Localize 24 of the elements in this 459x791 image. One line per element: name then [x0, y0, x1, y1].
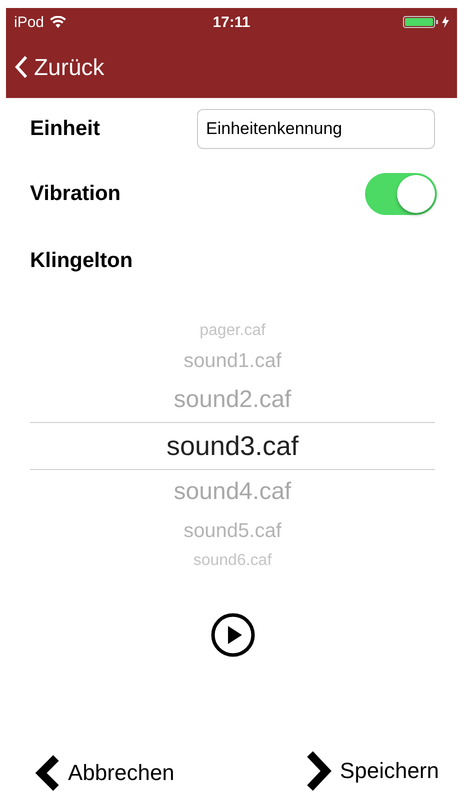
chevron-right-icon	[306, 751, 332, 791]
vibration-toggle[interactable]	[365, 172, 437, 214]
wifi-icon	[50, 16, 66, 28]
charging-icon	[442, 16, 449, 28]
device-name: iPod	[14, 14, 44, 30]
picker-item[interactable]: sound4.caf	[30, 470, 435, 514]
battery-icon	[402, 16, 439, 28]
picker-item[interactable]: sound6.caf	[30, 548, 435, 574]
picker-item[interactable]: pager.caf	[30, 318, 435, 344]
cancel-button[interactable]: Abbrechen	[34, 755, 174, 791]
chevron-left-icon	[14, 55, 28, 79]
picker-item[interactable]: sound1.caf	[30, 344, 435, 378]
vibration-label: Vibration	[30, 182, 121, 206]
picker-item[interactable]: sound3.caf	[30, 422, 435, 470]
ringtone-label: Klingelton	[30, 248, 133, 272]
unit-input[interactable]: Einheitenkennung	[197, 109, 435, 149]
save-button[interactable]: Speichern	[306, 751, 439, 791]
picker-item[interactable]: sound2.caf	[30, 378, 435, 422]
back-button[interactable]: Zurück	[14, 54, 104, 80]
status-time: 17:11	[212, 14, 250, 30]
picker-item[interactable]: sound5.caf	[30, 514, 435, 548]
unit-label: Einheit	[30, 117, 100, 141]
chevron-left-icon	[34, 755, 60, 791]
play-icon[interactable]	[210, 612, 256, 658]
